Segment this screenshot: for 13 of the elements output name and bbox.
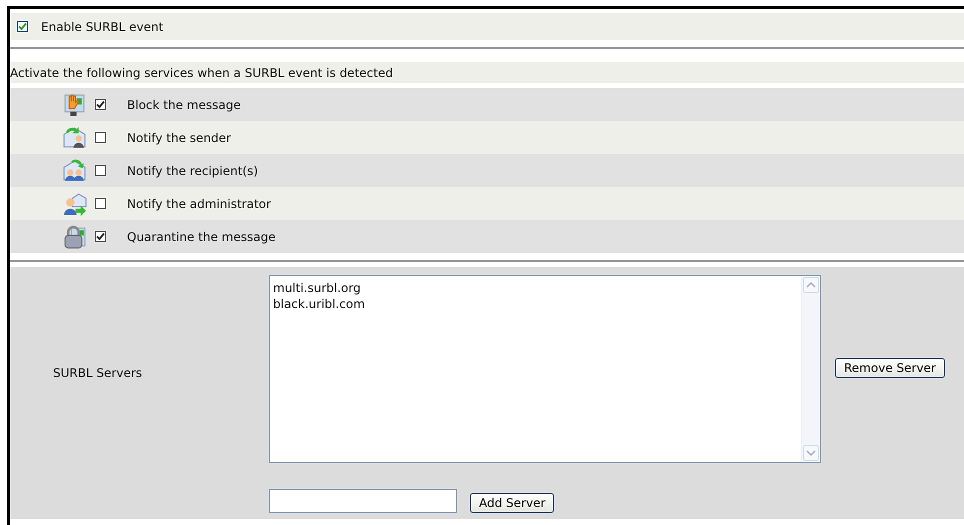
checkbox-label: Notify the administrator bbox=[127, 196, 271, 210]
checkbox-label: Quarantine the message bbox=[127, 230, 276, 244]
checkbox-label: Notify the sender bbox=[127, 130, 231, 144]
field-label: SURBL Servers bbox=[52, 366, 142, 380]
remove-server-button[interactable]: Remove Server bbox=[835, 358, 945, 378]
checkbox-label: Enable SURBL event bbox=[41, 20, 164, 34]
checkbox-label: Block the message bbox=[127, 98, 241, 112]
add-server-button[interactable]: Add Server bbox=[470, 493, 554, 513]
checkbox-label: Notify the recipient(s) bbox=[127, 164, 258, 178]
list-item[interactable]: multi.surbl.org bbox=[273, 280, 798, 296]
server-list[interactable]: multi.surbl.org black.uribl.com bbox=[269, 275, 821, 463]
list-item[interactable]: black.uribl.com bbox=[273, 296, 798, 312]
section-heading: Activate the following services when a SURBL event is detected bbox=[10, 66, 393, 80]
